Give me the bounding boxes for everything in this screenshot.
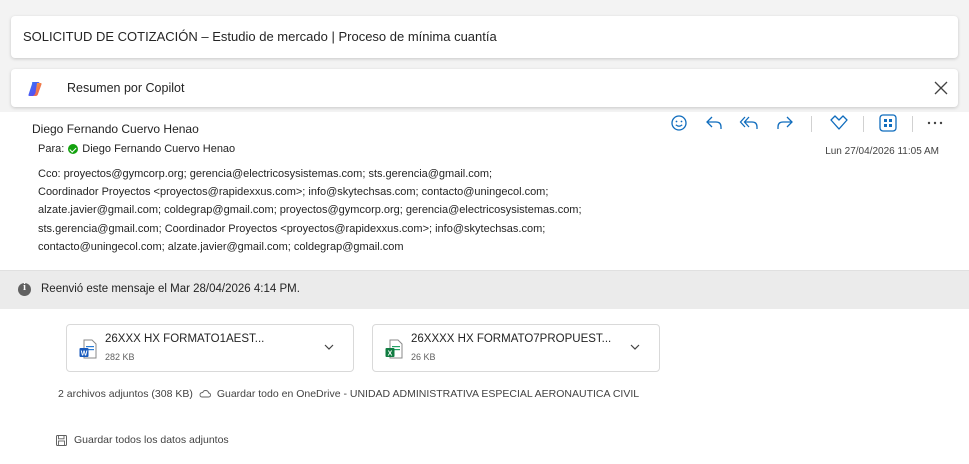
- svg-text:X: X: [388, 350, 393, 357]
- bcc-line: contacto@uningecol.com; alzate.javier@gm…: [38, 240, 404, 253]
- save-all-label: Guardar todos los datos adjuntos: [74, 434, 229, 446]
- immersive-reader-icon[interactable]: [829, 114, 849, 132]
- bcc-line: alzate.javier@gmail.com; coldegrap@gmail…: [38, 204, 582, 217]
- bcc-line: Cco: proyectos@gymcorp.org; gerencia@ele…: [38, 168, 493, 180]
- recipient-line: Para: Diego Fernando Cuervo Henao: [38, 143, 235, 155]
- excel-file-icon: X: [385, 339, 403, 359]
- forward-icon[interactable]: [775, 114, 795, 132]
- bcc-line: sts.gerencia@gmail.com; Coordinador Proy…: [38, 222, 546, 235]
- word-file-icon: W: [79, 339, 97, 359]
- apps-icon[interactable]: [878, 114, 898, 132]
- toolbar-divider: [863, 116, 864, 132]
- chevron-down-icon[interactable]: [629, 341, 641, 353]
- copilot-icon: [28, 82, 42, 96]
- subject-card: SOLICITUD DE COTIZACIÓN – Estudio de mer…: [11, 16, 958, 58]
- chevron-down-icon[interactable]: [323, 341, 335, 353]
- message-body: Diego Fernando Cuervo Henao Para: Diego …: [0, 112, 969, 464]
- attachment-card[interactable]: X 26XXXX HX FORMATO7PROPUEST... 26 KB: [372, 324, 660, 372]
- reply-icon[interactable]: [704, 114, 724, 132]
- save-to-onedrive-button[interactable]: Guardar todo en OneDrive - UNIDAD ADMINI…: [199, 388, 639, 400]
- email-subject: SOLICITUD DE COTIZACIÓN – Estudio de mer…: [23, 29, 497, 44]
- save-all-attachments-button[interactable]: Guardar todos los datos adjuntos: [56, 434, 229, 446]
- reply-all-icon[interactable]: [739, 114, 759, 132]
- bcc-recipients: Cco: proyectos@gymcorp.org; gerencia@ele…: [38, 165, 778, 256]
- attachment-name: 26XXXX HX FORMATO7PROPUEST...: [411, 333, 612, 345]
- recipient-name[interactable]: Diego Fernando Cuervo Henao: [82, 143, 235, 155]
- attachments-summary: 2 archivos adjuntos (308 KB) Guardar tod…: [58, 388, 639, 400]
- close-icon[interactable]: [931, 78, 951, 98]
- bcc-line: Coordinador Proyectos <proyectos@rapidex…: [38, 186, 549, 199]
- attachment-name: 26XXX HX FORMATO1AEST...: [105, 333, 265, 345]
- forwarded-banner: Reenvió este mensaje el Mar 28/04/2026 4…: [0, 270, 969, 309]
- save-to-onedrive-label: Guardar todo en OneDrive - UNIDAD ADMINI…: [216, 388, 640, 400]
- cloud-icon: [199, 390, 211, 398]
- copilot-summary-label: Resumen por Copilot: [67, 81, 185, 95]
- to-label: Para:: [38, 143, 65, 155]
- sender-name[interactable]: Diego Fernando Cuervo Henao: [32, 122, 199, 136]
- toolbar-divider: [811, 116, 812, 132]
- more-icon[interactable]: [925, 114, 945, 132]
- attachment-card[interactable]: W 26XXX HX FORMATO1AEST... 282 KB: [66, 324, 354, 372]
- message-toolbar: [669, 112, 949, 134]
- info-icon: [18, 282, 31, 296]
- save-icon: [56, 434, 67, 446]
- attachment-size: 282 KB: [105, 352, 135, 362]
- svg-text:W: W: [81, 350, 88, 357]
- message-date: Lun 27/04/2026 11:05 AM: [825, 146, 939, 157]
- copilot-summary-bar[interactable]: Resumen por Copilot: [11, 69, 958, 107]
- attachments-count: 2 archivos adjuntos (308 KB): [58, 388, 193, 400]
- forwarded-text: Reenvió este mensaje el Mar 28/04/2026 4…: [41, 283, 300, 295]
- presence-available-icon: [68, 144, 79, 154]
- toolbar-divider: [912, 116, 913, 132]
- attachment-size: 26 KB: [411, 352, 436, 362]
- emoji-icon[interactable]: [669, 114, 689, 132]
